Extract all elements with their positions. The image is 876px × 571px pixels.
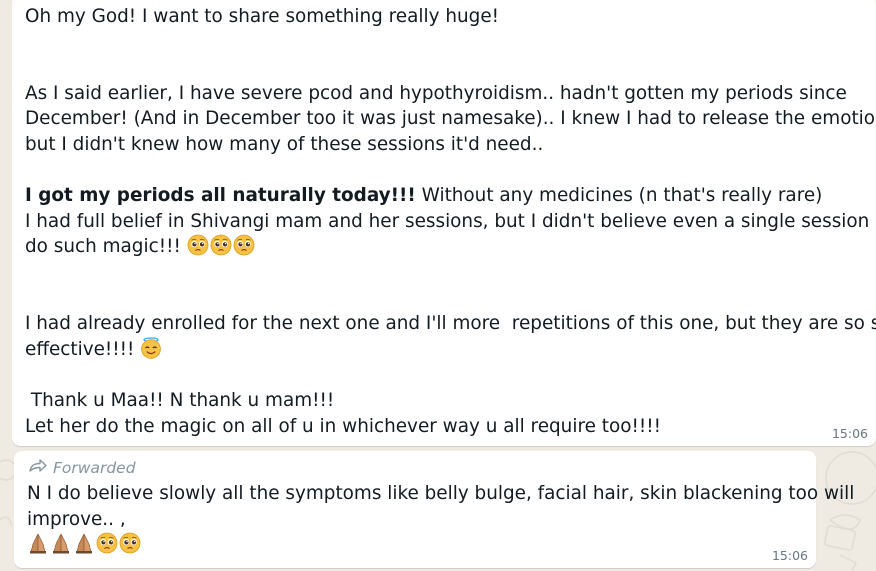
message-line: but I didn't knew how many of these sess… bbox=[25, 132, 864, 158]
message-text: N I do believe slowly all the symptoms l… bbox=[27, 481, 854, 558]
line-text: As I said earlier, I have severe pcod an… bbox=[25, 82, 847, 104]
message-line: I got my periods all naturally today!!! … bbox=[25, 183, 864, 209]
message-line: do such magic!!! bbox=[25, 234, 864, 260]
pleading-face-emoji-icon bbox=[233, 234, 255, 256]
line-text: I had full belief in Shivangi mam and he… bbox=[25, 210, 876, 232]
message-line: I had full belief in Shivangi mam and he… bbox=[25, 209, 876, 235]
line-text: effective!!!! bbox=[25, 338, 141, 360]
line-text: but I didn't knew how many of these sess… bbox=[25, 133, 544, 155]
line-text: Without any medicines (n that's really r… bbox=[415, 185, 823, 207]
pleading-face-emoji-icon bbox=[187, 234, 209, 256]
line-text: do such magic!!! bbox=[25, 236, 187, 258]
message-line: December! (And in December too it was ju… bbox=[25, 106, 876, 132]
message-line: Thank u Maa!! N thank u mam!!! bbox=[25, 388, 864, 414]
message-line: effective!!!! bbox=[25, 337, 864, 363]
message-line: improve.. , bbox=[27, 507, 804, 533]
pleading-face-emoji-icon bbox=[96, 532, 118, 554]
message-bubble[interactable]: Oh my God! I want to share something rea… bbox=[12, 0, 876, 446]
message-line bbox=[25, 362, 864, 388]
forwarded-label: Forwarded bbox=[53, 459, 136, 477]
smiling-face-with-halo-emoji-icon bbox=[141, 337, 162, 359]
message-line: Let her do the magic on all of u in whic… bbox=[25, 414, 864, 440]
message-line bbox=[25, 260, 864, 286]
message-line bbox=[25, 286, 864, 312]
message-timestamp: 15:06 bbox=[771, 548, 808, 563]
message-line: As I said earlier, I have severe pcod an… bbox=[25, 81, 864, 107]
pleading-face-emoji-icon bbox=[119, 532, 141, 554]
message-line bbox=[25, 55, 864, 81]
folded-hands-emoji-icon bbox=[76, 534, 92, 554]
message-line bbox=[25, 30, 864, 56]
line-text: Thank u Maa!! N thank u mam!!! bbox=[25, 389, 335, 411]
bold-text: I got my periods all naturally today!!! bbox=[25, 185, 416, 207]
line-text: December! (And in December too it was ju… bbox=[25, 108, 876, 130]
forward-arrow-icon bbox=[29, 457, 47, 479]
message-line: N I do believe slowly all the symptoms l… bbox=[27, 481, 854, 507]
folded-hands-emoji-icon bbox=[30, 534, 46, 554]
message-text: Oh my God! I want to share something rea… bbox=[25, 4, 876, 440]
message-line: Oh my God! I want to share something rea… bbox=[25, 4, 864, 30]
folded-hands-emoji-icon bbox=[53, 534, 69, 554]
line-text: Let her do the magic on all of u in whic… bbox=[25, 415, 661, 437]
forwarded-indicator: Forwarded bbox=[27, 457, 804, 479]
pleading-face-emoji-icon bbox=[210, 234, 232, 256]
message-line bbox=[27, 532, 804, 558]
message-timestamp: 15:06 bbox=[831, 426, 868, 441]
line-text: Oh my God! I want to share something rea… bbox=[25, 6, 500, 27]
line-text: improve.. , bbox=[27, 508, 126, 530]
message-line bbox=[25, 158, 864, 184]
forwarded-message-bubble[interactable]: Forwarded N I do believe slowly all the … bbox=[14, 451, 854, 568]
line-text: I had already enrolled for the next one … bbox=[25, 313, 876, 335]
message-line: I had already enrolled for the next one … bbox=[25, 311, 876, 337]
line-text: N I do believe slowly all the symptoms l… bbox=[27, 483, 855, 504]
